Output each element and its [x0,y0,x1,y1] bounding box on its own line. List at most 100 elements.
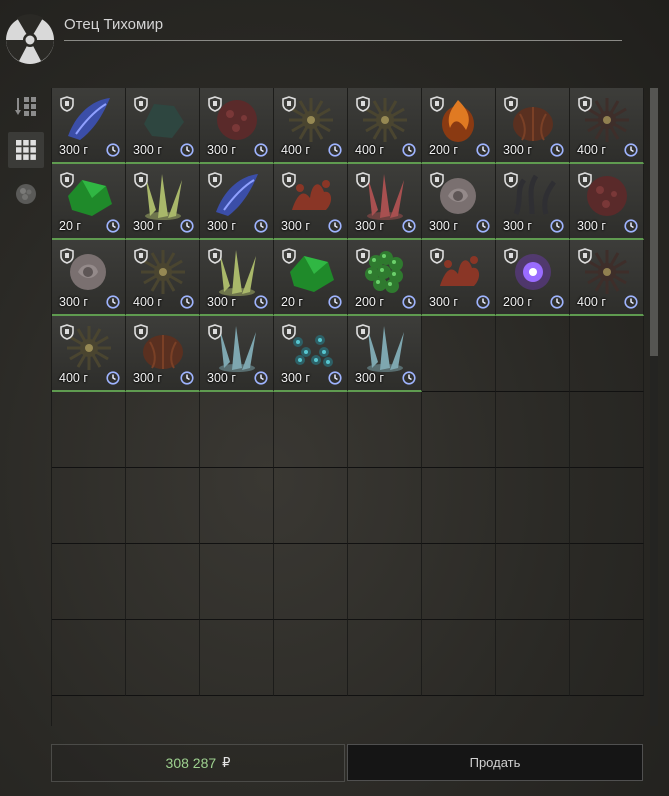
item-weight: 300 г [59,295,88,309]
inventory-item[interactable]: 300 г [126,164,200,240]
inventory-item[interactable]: 400 г [570,240,644,316]
inventory-item[interactable]: 300 г [274,164,348,240]
item-weight: 200 г [429,143,458,157]
title-divider [64,40,622,41]
clock-icon [180,143,194,157]
empty-slot[interactable] [570,620,644,696]
empty-slot[interactable] [52,392,126,468]
clock-icon [106,371,120,385]
empty-slot[interactable] [422,468,496,544]
empty-slot[interactable] [422,620,496,696]
empty-slot[interactable] [200,544,274,620]
item-weight: 300 г [281,371,310,385]
inventory-item[interactable]: 300 г [348,316,422,392]
radiation-icon [6,14,54,64]
empty-slot[interactable] [348,544,422,620]
clock-icon [624,143,638,157]
scrollbar[interactable] [650,88,658,726]
item-weight: 300 г [207,295,236,309]
total-price: 308 287 ₽ [51,744,345,782]
inventory-item[interactable]: 20 г [52,164,126,240]
inventory-item[interactable]: 400 г [274,88,348,164]
empty-slot[interactable] [348,468,422,544]
inventory-item[interactable]: 400 г [126,240,200,316]
empty-slot[interactable] [422,316,496,392]
empty-slot[interactable] [422,544,496,620]
shield-icon [282,96,296,112]
empty-slot[interactable] [126,544,200,620]
inventory-item[interactable]: 400 г [52,316,126,392]
empty-slot[interactable] [348,392,422,468]
inventory-item[interactable]: 300 г [200,164,274,240]
empty-slot[interactable] [496,620,570,696]
empty-slot[interactable] [200,468,274,544]
tab-grid[interactable] [8,132,44,168]
empty-slot[interactable] [570,468,644,544]
empty-slot[interactable] [52,468,126,544]
empty-slot[interactable] [570,316,644,392]
empty-slot[interactable] [52,620,126,696]
shield-icon [356,324,370,340]
shield-icon [282,248,296,264]
item-weight: 300 г [577,219,606,233]
empty-slot[interactable] [200,392,274,468]
tab-sort[interactable] [8,88,44,124]
inventory-item[interactable]: 300 г [348,164,422,240]
empty-slot[interactable] [422,392,496,468]
shield-icon [60,96,74,112]
empty-slot[interactable] [496,544,570,620]
empty-slot[interactable] [348,620,422,696]
shield-icon [430,96,444,112]
inventory-item[interactable]: 300 г [126,316,200,392]
inventory-item[interactable]: 300 г [422,164,496,240]
empty-slot[interactable] [274,620,348,696]
item-weight: 20 г [59,219,81,233]
empty-slot[interactable] [496,468,570,544]
inventory-item[interactable]: 300 г [422,240,496,316]
inventory-item[interactable]: 300 г [126,88,200,164]
inventory-item[interactable]: 300 г [496,164,570,240]
clock-icon [106,219,120,233]
clock-icon [402,371,416,385]
inventory-item[interactable]: 300 г [52,240,126,316]
inventory-item[interactable]: 200 г [422,88,496,164]
clock-icon [254,219,268,233]
inventory-item[interactable]: 400 г [570,88,644,164]
empty-slot[interactable] [570,392,644,468]
inventory-item[interactable]: 300 г [570,164,644,240]
empty-slot[interactable] [126,620,200,696]
trader-name: Отец Тихомир [64,16,164,33]
item-weight: 200 г [503,295,532,309]
inventory-item[interactable]: 200 г [496,240,570,316]
empty-slot[interactable] [200,620,274,696]
empty-slot[interactable] [496,316,570,392]
empty-slot[interactable] [126,392,200,468]
inventory-item[interactable]: 200 г [348,240,422,316]
sell-button[interactable]: Продать [347,744,643,781]
item-weight: 400 г [59,371,88,385]
empty-slot[interactable] [570,544,644,620]
scroll-thumb[interactable] [650,88,658,356]
sort-icon [15,97,36,116]
empty-slot[interactable] [126,468,200,544]
item-weight: 400 г [577,295,606,309]
item-weight: 400 г [281,143,310,157]
empty-slot[interactable] [496,392,570,468]
item-weight: 300 г [355,219,384,233]
inventory-item[interactable]: 300 г [200,88,274,164]
tab-artifacts[interactable] [8,176,44,212]
empty-slot[interactable] [274,468,348,544]
empty-slot[interactable] [274,392,348,468]
inventory-item[interactable]: 400 г [348,88,422,164]
shield-icon [60,324,74,340]
empty-slot[interactable] [274,544,348,620]
inventory-item[interactable]: 300 г [274,316,348,392]
inventory-item[interactable]: 300 г [496,88,570,164]
inventory-item[interactable]: 300 г [200,240,274,316]
shield-icon [504,172,518,188]
inventory-item[interactable]: 20 г [274,240,348,316]
inventory-item[interactable]: 300 г [52,88,126,164]
clock-icon [106,143,120,157]
inventory-item[interactable]: 300 г [200,316,274,392]
empty-slot[interactable] [52,544,126,620]
